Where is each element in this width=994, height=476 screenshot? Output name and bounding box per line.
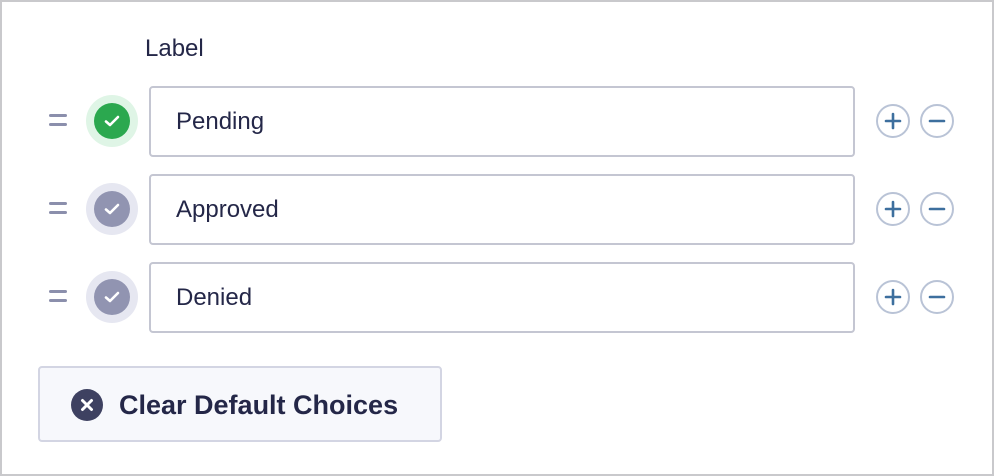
- remove-choice-button[interactable]: [920, 104, 954, 138]
- add-choice-button[interactable]: [876, 280, 910, 314]
- drag-handle-icon[interactable]: [49, 202, 67, 216]
- minus-icon: [928, 207, 946, 211]
- drag-handle-icon[interactable]: [49, 114, 67, 128]
- default-choice-toggle[interactable]: [86, 271, 138, 323]
- x-circle-icon: [71, 389, 103, 421]
- plus-icon: [884, 200, 902, 218]
- choice-row: [2, 174, 992, 246]
- choice-label-input[interactable]: [149, 174, 855, 245]
- plus-icon: [884, 112, 902, 130]
- default-choice-toggle[interactable]: [86, 183, 138, 235]
- column-label: Label: [145, 35, 204, 62]
- check-icon: [104, 203, 120, 215]
- add-choice-button[interactable]: [876, 192, 910, 226]
- check-icon: [104, 115, 120, 127]
- clear-default-choices-button[interactable]: Clear Default Choices: [38, 366, 442, 442]
- remove-choice-button[interactable]: [920, 280, 954, 314]
- choice-label-input[interactable]: [149, 86, 855, 157]
- default-choice-toggle[interactable]: [86, 95, 138, 147]
- plus-icon: [884, 288, 902, 306]
- drag-handle-icon[interactable]: [49, 290, 67, 304]
- check-icon: [104, 291, 120, 303]
- minus-icon: [928, 295, 946, 299]
- remove-choice-button[interactable]: [920, 192, 954, 226]
- choice-label-input[interactable]: [149, 262, 855, 333]
- clear-default-choices-label: Clear Default Choices: [119, 390, 399, 420]
- choice-row: [2, 86, 992, 158]
- add-choice-button[interactable]: [876, 104, 910, 138]
- choice-row: [2, 262, 992, 334]
- minus-icon: [928, 119, 946, 123]
- choices-panel: Label Pending Approved Denied Clear Defa…: [0, 0, 994, 476]
